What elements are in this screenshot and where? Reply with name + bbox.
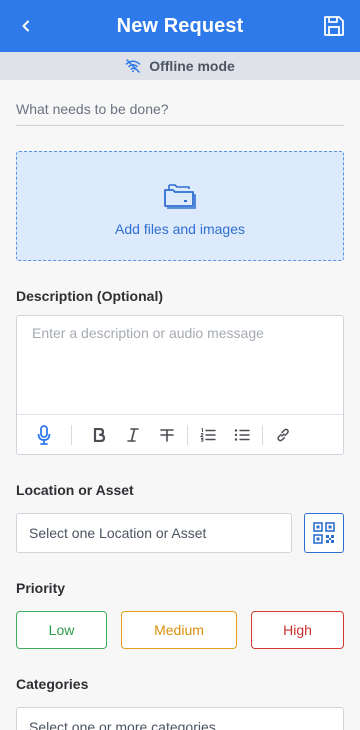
audio-record-button[interactable] <box>28 419 60 451</box>
chevron-left-icon <box>22 20 29 32</box>
back-button[interactable] <box>8 8 44 44</box>
location-asset-label: Location or Asset <box>16 482 134 498</box>
strikethrough-icon <box>160 428 174 442</box>
italic-button[interactable] <box>117 419 149 451</box>
categories-select[interactable]: Select one or more categories <box>16 707 344 730</box>
ordered-list-button[interactable] <box>192 419 224 451</box>
insert-link-button[interactable] <box>267 419 299 451</box>
bullet-list-icon <box>234 428 250 441</box>
categories-label: Categories <box>16 676 89 692</box>
folders-icon <box>164 184 196 209</box>
toolbar-divider <box>262 424 263 445</box>
ordered-list-icon <box>200 427 216 442</box>
formatting-toolbar <box>17 414 343 454</box>
scan-qr-button[interactable] <box>304 513 344 553</box>
floppy-disk-icon <box>324 16 344 36</box>
offline-mode-label: Offline mode <box>149 58 235 74</box>
italic-icon <box>127 427 139 442</box>
bold-button[interactable] <box>83 419 115 451</box>
link-icon <box>277 428 289 441</box>
toolbar-divider <box>187 424 188 445</box>
add-files-label: Add files and images <box>115 221 245 237</box>
bullet-list-button[interactable] <box>226 419 258 451</box>
page-title: New Request <box>116 14 244 37</box>
priority-medium-button[interactable]: Medium <box>121 611 237 649</box>
strikethrough-button[interactable] <box>151 419 183 451</box>
bold-icon <box>93 427 105 442</box>
offline-status-bar: Offline mode <box>0 52 360 80</box>
save-button[interactable] <box>320 12 348 40</box>
toolbar-divider <box>71 424 72 445</box>
priority-high-button[interactable]: High <box>251 611 344 649</box>
location-asset-placeholder: Select one Location or Asset <box>29 525 207 541</box>
priority-label: Priority <box>16 580 66 596</box>
app-header: New Request <box>0 0 360 52</box>
microphone-icon <box>37 424 51 445</box>
request-title-input[interactable] <box>16 92 344 126</box>
qr-code-icon <box>313 522 335 544</box>
categories-placeholder: Select one or more categories <box>29 719 216 730</box>
description-label: Description (Optional) <box>16 288 163 304</box>
description-input[interactable] <box>17 316 343 413</box>
add-files-dropzone[interactable]: Add files and images <box>16 151 344 261</box>
wifi-off-icon <box>125 59 141 73</box>
description-editor <box>16 315 344 455</box>
location-asset-select[interactable]: Select one Location or Asset <box>16 513 292 553</box>
priority-low-button[interactable]: Low <box>16 611 107 649</box>
